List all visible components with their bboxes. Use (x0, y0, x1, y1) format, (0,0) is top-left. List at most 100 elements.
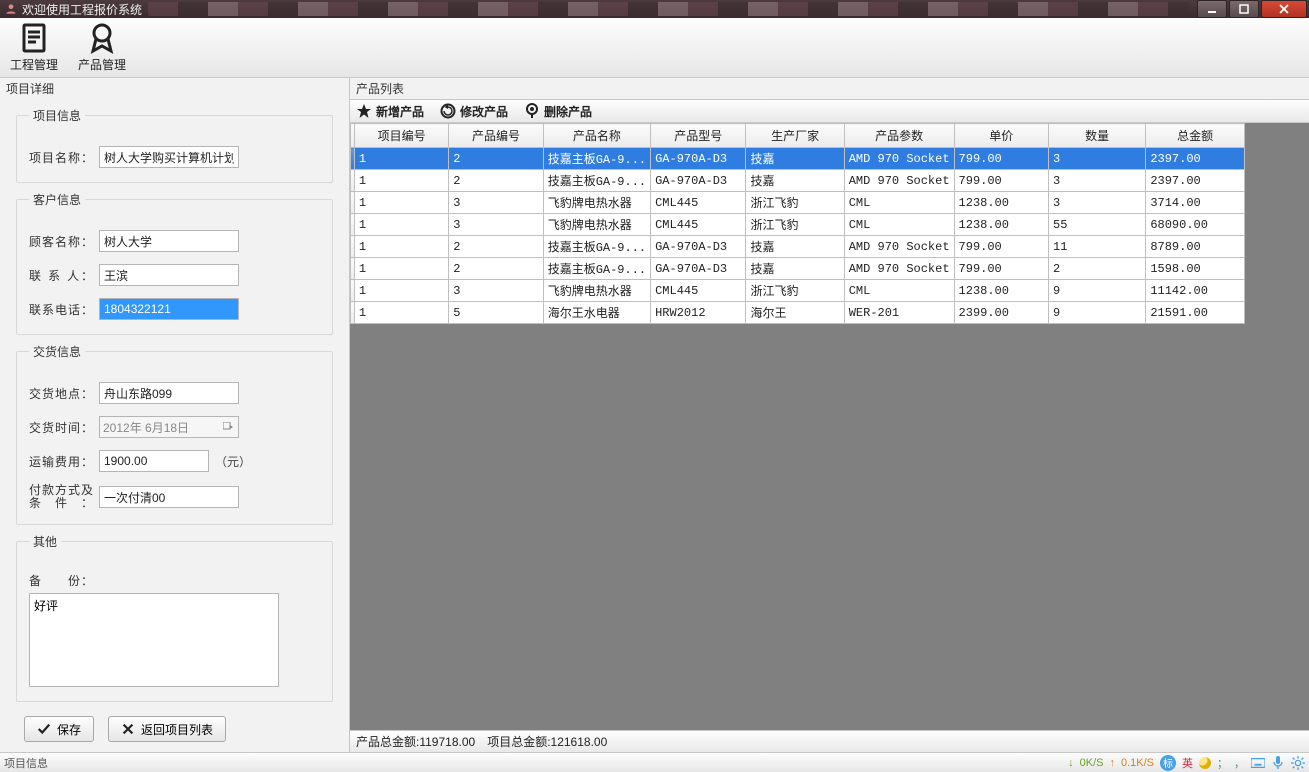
table-cell[interactable]: 1238.00 (954, 280, 1049, 302)
keyboard-icon[interactable] (1251, 756, 1265, 770)
column-header[interactable]: 项目编号 (354, 124, 448, 148)
table-cell[interactable]: CML445 (651, 192, 746, 214)
table-cell[interactable]: HRW2012 (651, 302, 746, 324)
table-cell[interactable]: AMD 970 Socket (844, 258, 954, 280)
table-cell[interactable]: 799.00 (954, 170, 1049, 192)
table-cell[interactable]: 1 (354, 236, 448, 258)
table-cell[interactable]: 3 (449, 214, 543, 236)
maximize-button[interactable] (1229, 0, 1259, 18)
table-row[interactable]: 13飞豹牌电热水器CML445浙江飞豹CML1238.00911142.00 (351, 280, 1245, 302)
table-cell[interactable]: 799.00 (954, 236, 1049, 258)
table-cell[interactable]: 68090.00 (1146, 214, 1245, 236)
table-cell[interactable]: 飞豹牌电热水器 (543, 214, 650, 236)
minimize-button[interactable] (1197, 0, 1227, 18)
table-cell[interactable]: 1238.00 (954, 192, 1049, 214)
table-row[interactable]: 15海尔王水电器HRW2012海尔王WER-2012399.00921591.0… (351, 302, 1245, 324)
table-cell[interactable]: 3 (1049, 148, 1146, 170)
table-cell[interactable]: 技嘉主板GA-9... (543, 148, 650, 170)
table-row[interactable]: 12技嘉主板GA-9...GA-970A-D3技嘉AMD 970 Socket7… (351, 258, 1245, 280)
table-cell[interactable]: AMD 970 Socket (844, 148, 954, 170)
table-row[interactable]: 13飞豹牌电热水器CML445浙江飞豹CML1238.0033714.00 (351, 192, 1245, 214)
table-cell[interactable]: 技嘉主板GA-9... (543, 258, 650, 280)
column-header[interactable]: 产品编号 (449, 124, 543, 148)
table-cell[interactable]: CML (844, 280, 954, 302)
mic-icon[interactable] (1271, 756, 1285, 770)
remark-textarea[interactable] (29, 593, 279, 687)
table-cell[interactable]: 技嘉 (746, 258, 844, 280)
table-cell[interactable]: 2397.00 (1146, 148, 1245, 170)
back-button[interactable]: 返回项目列表 (108, 716, 226, 742)
column-header[interactable]: 产品名称 (543, 124, 650, 148)
table-cell[interactable]: 2399.00 (954, 302, 1049, 324)
table-cell[interactable]: 技嘉 (746, 236, 844, 258)
table-cell[interactable]: 9 (1049, 302, 1146, 324)
table-cell[interactable]: GA-970A-D3 (651, 258, 746, 280)
table-cell[interactable]: 1 (354, 148, 448, 170)
column-header[interactable]: 生产厂家 (746, 124, 844, 148)
table-cell[interactable]: 2 (449, 258, 543, 280)
table-cell[interactable]: AMD 970 Socket (844, 236, 954, 258)
table-cell[interactable]: 海尔王水电器 (543, 302, 650, 324)
table-cell[interactable]: 2397.00 (1146, 170, 1245, 192)
table-cell[interactable]: WER-201 (844, 302, 954, 324)
gear-icon[interactable] (1291, 756, 1305, 770)
close-button[interactable] (1261, 0, 1307, 18)
table-cell[interactable]: AMD 970 Socket (844, 170, 954, 192)
table-cell[interactable]: GA-970A-D3 (651, 148, 746, 170)
save-button[interactable]: 保存 (24, 716, 94, 742)
column-header[interactable]: 产品型号 (651, 124, 746, 148)
table-cell[interactable]: CML (844, 192, 954, 214)
table-cell[interactable]: 11142.00 (1146, 280, 1245, 302)
delivery-time-picker[interactable]: 2012年 6月18日 (99, 416, 239, 438)
table-cell[interactable]: 技嘉主板GA-9... (543, 170, 650, 192)
table-row[interactable]: 12技嘉主板GA-9...GA-970A-D3技嘉AMD 970 Socket7… (351, 170, 1245, 192)
ime-badge[interactable]: 标 (1160, 755, 1176, 771)
column-header[interactable]: 产品参数 (844, 124, 954, 148)
table-cell[interactable]: 1598.00 (1146, 258, 1245, 280)
table-cell[interactable]: 1 (354, 258, 448, 280)
table-cell[interactable]: 55 (1049, 214, 1146, 236)
table-cell[interactable]: 1 (354, 280, 448, 302)
product-table[interactable]: 项目编号产品编号产品名称产品型号生产厂家产品参数单价数量总金额 12技嘉主板GA… (350, 123, 1245, 324)
table-cell[interactable]: 海尔王 (746, 302, 844, 324)
table-cell[interactable]: 1 (354, 302, 448, 324)
table-row[interactable]: 13飞豹牌电热水器CML445浙江飞豹CML1238.005568090.00 (351, 214, 1245, 236)
table-cell[interactable]: 浙江飞豹 (746, 192, 844, 214)
column-header[interactable]: 总金额 (1146, 124, 1245, 148)
table-cell[interactable]: 799.00 (954, 258, 1049, 280)
project-mgmt-button[interactable]: 工程管理 (6, 20, 62, 73)
table-cell[interactable]: 1 (354, 214, 448, 236)
table-cell[interactable]: CML (844, 214, 954, 236)
table-cell[interactable]: 2 (449, 148, 543, 170)
add-product-button[interactable]: 新增产品 (356, 103, 424, 120)
table-cell[interactable]: 技嘉主板GA-9... (543, 236, 650, 258)
project-name-input[interactable] (99, 146, 239, 168)
delivery-addr-input[interactable] (99, 382, 239, 404)
edit-product-button[interactable]: 修改产品 (440, 103, 508, 120)
table-cell[interactable]: GA-970A-D3 (651, 170, 746, 192)
table-cell[interactable]: 8789.00 (1146, 236, 1245, 258)
ship-fee-input[interactable] (99, 450, 209, 472)
column-header[interactable]: 数量 (1049, 124, 1146, 148)
table-cell[interactable]: 浙江飞豹 (746, 280, 844, 302)
phone-input[interactable] (99, 298, 239, 320)
table-cell[interactable]: 1238.00 (954, 214, 1049, 236)
column-header[interactable]: 单价 (954, 124, 1049, 148)
table-cell[interactable]: 2 (1049, 258, 1146, 280)
delete-product-button[interactable]: 删除产品 (524, 103, 592, 120)
table-cell[interactable]: 3714.00 (1146, 192, 1245, 214)
table-cell[interactable]: 5 (449, 302, 543, 324)
table-cell[interactable]: 飞豹牌电热水器 (543, 280, 650, 302)
table-cell[interactable]: 2 (449, 236, 543, 258)
table-cell[interactable]: 1 (354, 192, 448, 214)
ime-comma[interactable]: ， (1234, 755, 1245, 771)
table-cell[interactable]: 3 (449, 280, 543, 302)
table-cell[interactable]: 3 (1049, 170, 1146, 192)
payment-input[interactable] (99, 486, 239, 508)
table-cell[interactable]: 799.00 (954, 148, 1049, 170)
product-mgmt-button[interactable]: 产品管理 (74, 20, 130, 73)
customer-name-input[interactable] (99, 230, 239, 252)
table-cell[interactable]: 浙江飞豹 (746, 214, 844, 236)
ime-lang[interactable]: 英 (1182, 755, 1193, 771)
table-cell[interactable]: 3 (1049, 192, 1146, 214)
